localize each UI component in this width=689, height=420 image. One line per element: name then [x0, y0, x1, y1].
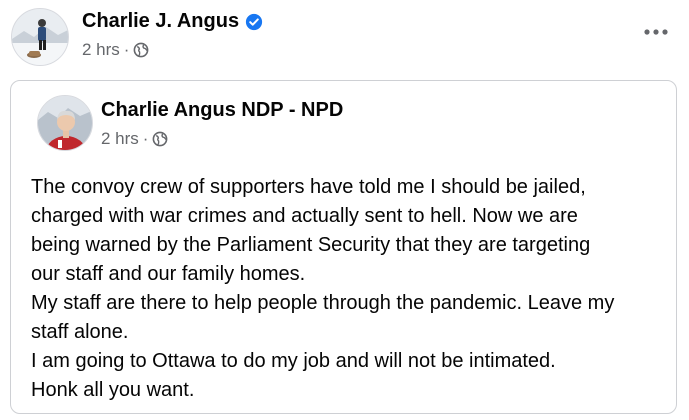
- post-text-line: The convoy crew of supporters have told …: [31, 176, 586, 198]
- meta-separator: ·: [142, 129, 149, 148]
- verified-badge-icon: [245, 13, 263, 30]
- shared-author-name[interactable]: Charlie Angus NDP - NPD: [101, 99, 343, 122]
- post-timestamp[interactable]: 2 hrs: [82, 40, 120, 60]
- post-text-line: being warned by the Parliament Security …: [31, 234, 591, 256]
- globe-icon[interactable]: [133, 42, 149, 58]
- author-name-row: Charlie J. Angus: [82, 10, 263, 33]
- post-meta: 2 hrs ·: [82, 40, 149, 60]
- post-body-text: The convoy crew of supporters have told …: [31, 173, 671, 405]
- shared-post-card[interactable]: Charlie Angus NDP - NPD 2 hrs · The conv…: [10, 80, 677, 414]
- post-text-line: My staff are there to help people throug…: [31, 292, 615, 314]
- shared-post-timestamp[interactable]: 2 hrs: [101, 129, 139, 149]
- meta-separator: ·: [123, 40, 130, 59]
- globe-icon[interactable]: [152, 131, 168, 147]
- author-avatar[interactable]: [11, 8, 69, 66]
- post-text-line: charged with war crimes and actually sen…: [31, 205, 578, 227]
- post-text-line: I am going to Ottawa to do my job and wi…: [31, 350, 556, 372]
- shared-post-meta: 2 hrs ·: [101, 129, 168, 149]
- post-text-line: our staff and our family homes.: [31, 263, 306, 285]
- post-text-line: staff alone.: [31, 321, 129, 343]
- post-text-line: Honk all you want.: [31, 379, 195, 401]
- shared-author-avatar[interactable]: [37, 95, 93, 151]
- author-name[interactable]: Charlie J. Angus: [82, 10, 239, 33]
- facebook-post: Charlie J. Angus 2 hrs · Charlie Angus N…: [0, 0, 689, 420]
- more-options-icon[interactable]: [643, 26, 669, 38]
